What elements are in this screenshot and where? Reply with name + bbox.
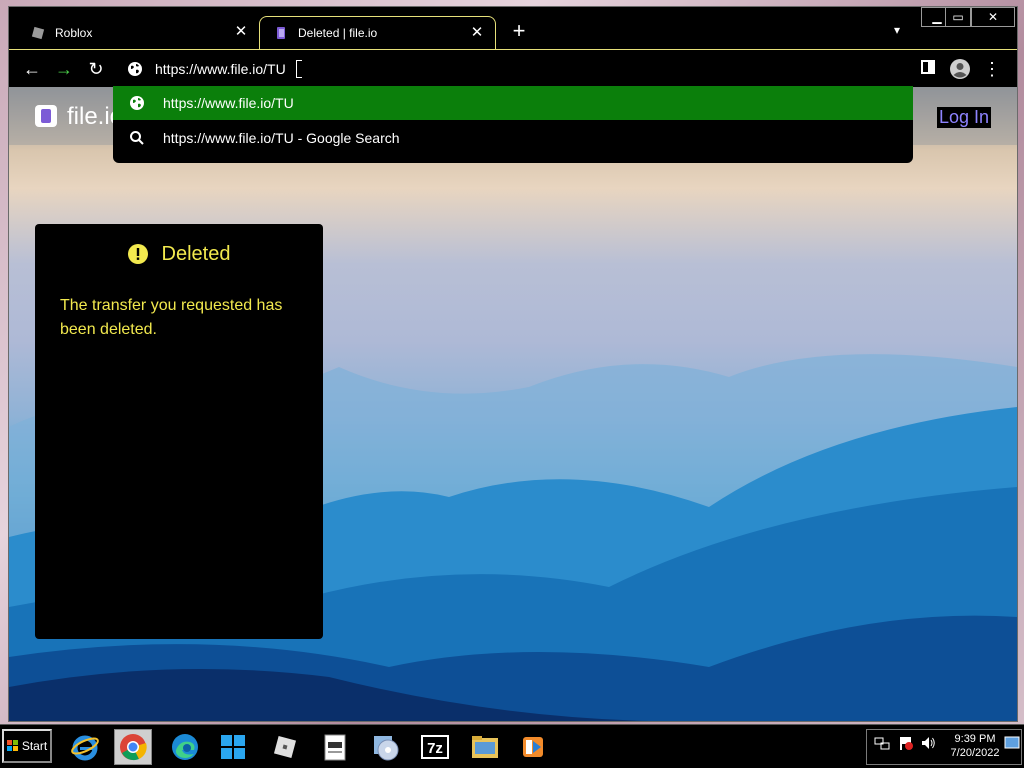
- taskbar-chrome[interactable]: [114, 729, 152, 765]
- globe-icon: [130, 96, 144, 110]
- search-icon: [130, 131, 144, 145]
- edge-icon: [172, 734, 198, 760]
- side-panel-button[interactable]: [917, 58, 939, 80]
- media-player-icon: [523, 737, 543, 757]
- tab-search-chevron-icon[interactable]: ▾: [889, 23, 905, 39]
- new-tab-button[interactable]: +: [509, 20, 529, 42]
- taskbar-media-player[interactable]: [514, 729, 552, 765]
- menu-button[interactable]: ⋮: [981, 58, 1003, 80]
- card-title-row: Deleted: [35, 242, 323, 266]
- suggestion-label: https://www.file.io/TU: [163, 95, 294, 111]
- side-panel-icon: [921, 60, 935, 74]
- folder-icon: [472, 736, 498, 758]
- avatar-icon: [950, 59, 970, 79]
- roblox-favicon-icon: [31, 26, 45, 39]
- disc-icon: [374, 736, 399, 761]
- close-window-button[interactable]: ✕: [971, 7, 1015, 27]
- roblox-icon: [273, 735, 297, 759]
- close-tab-icon[interactable]: ✕: [469, 25, 485, 41]
- clock-time[interactable]: 9:39 PM: [940, 733, 1010, 745]
- volume-icon[interactable]: [920, 735, 936, 751]
- taskbar-edge[interactable]: [166, 729, 204, 765]
- omnibox-suggestions: https://www.file.io/TU https://www.file.…: [113, 85, 913, 163]
- start-label: Start: [21, 739, 48, 753]
- maximize-button[interactable]: ▭: [945, 7, 971, 27]
- taskbar-file-explorer[interactable]: [466, 729, 504, 765]
- globe-icon: [128, 62, 142, 76]
- tab-roblox[interactable]: Roblox ✕: [17, 16, 259, 49]
- profile-button[interactable]: [949, 58, 971, 80]
- chrome-icon: [120, 734, 147, 761]
- suggestion-search[interactable]: https://www.file.io/TU - Google Search: [113, 121, 913, 155]
- tab-strip: Roblox ✕ Deleted | file.io ✕ + ▾ ▁ ▭ ✕: [9, 7, 1017, 49]
- network-icon[interactable]: [874, 735, 890, 751]
- web-page: file.io Log In Deleted The transfer you …: [9, 87, 1017, 721]
- start-button[interactable]: Start: [2, 729, 52, 763]
- taskbar-internet-explorer[interactable]: [66, 729, 104, 765]
- deleted-card: Deleted The transfer you requested has b…: [35, 224, 323, 639]
- suggestion-url[interactable]: https://www.file.io/TU: [113, 86, 913, 120]
- taskbar-notepad[interactable]: [316, 729, 354, 765]
- browser-window: Roblox ✕ Deleted | file.io ✕ + ▾ ▁ ▭ ✕ ←…: [8, 6, 1018, 722]
- 7zip-icon: 7z: [421, 735, 449, 759]
- tab-label: Roblox: [55, 25, 93, 40]
- forward-button[interactable]: →: [53, 58, 75, 80]
- login-link[interactable]: Log In: [937, 107, 992, 128]
- suggestion-label: https://www.file.io/TU - Google Search: [163, 130, 400, 146]
- card-message: The transfer you requested has been dele…: [60, 297, 283, 338]
- taskbar-roblox-studio[interactable]: [214, 729, 252, 765]
- internet-explorer-icon: [71, 735, 99, 761]
- taskbar-7zip[interactable]: 7z: [416, 729, 454, 765]
- address-bar-input[interactable]: [155, 58, 755, 80]
- back-button[interactable]: ←: [21, 58, 43, 80]
- notepad-icon: [324, 734, 346, 761]
- show-desktop-icon[interactable]: [1004, 735, 1020, 751]
- roblox-studio-icon: [221, 735, 245, 759]
- fileio-favicon-icon: [277, 27, 285, 39]
- text-cursor: [296, 60, 302, 78]
- taskbar-roblox[interactable]: [266, 729, 304, 765]
- taskbar: Start 7z 9:39 PM 7/20/2022: [0, 724, 1024, 768]
- clock-date[interactable]: 7/20/2022: [940, 747, 1010, 759]
- fileio-logo-icon: [35, 105, 57, 127]
- card-title: Deleted: [161, 242, 231, 265]
- taskbar-disc-burner[interactable]: [366, 729, 404, 765]
- browser-toolbar: ← → ↻ ⋮: [9, 49, 1017, 87]
- windows-logo-icon: [6, 740, 18, 751]
- action-center-flag-icon[interactable]: [898, 735, 914, 751]
- svg-text:7z: 7z: [427, 740, 443, 757]
- warning-icon: [127, 244, 148, 264]
- tab-label: Deleted | file.io: [298, 26, 378, 40]
- reload-button[interactable]: ↻: [85, 58, 107, 80]
- close-tab-icon[interactable]: ✕: [233, 24, 249, 40]
- tab-fileio[interactable]: Deleted | file.io ✕: [259, 16, 496, 49]
